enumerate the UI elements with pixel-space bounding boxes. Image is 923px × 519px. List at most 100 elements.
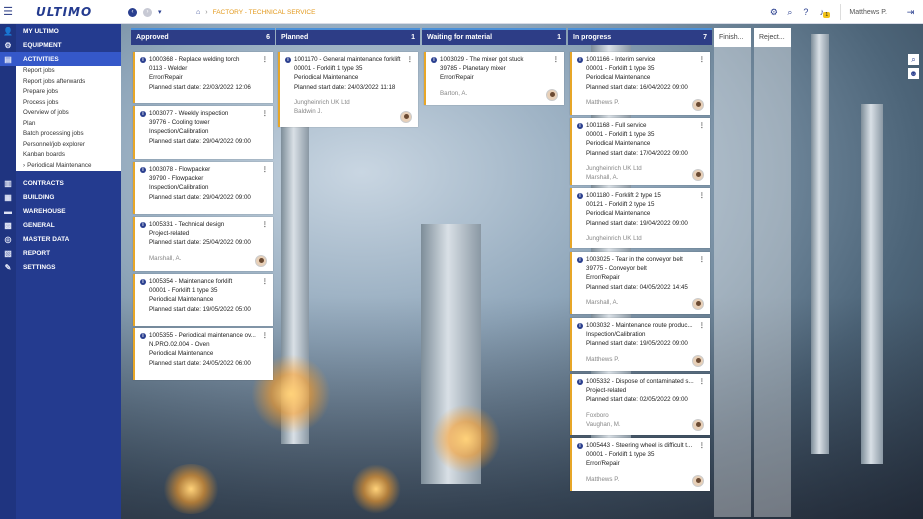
job-card[interactable]: i 1000368 - Replace welding torch ⋮ 0113 - … xyxy=(133,52,273,103)
job-card[interactable]: i 1005354 - Maintenance forklift ⋮ 00001 - … xyxy=(133,274,273,326)
menu-icon[interactable]: ☰ xyxy=(0,0,16,24)
card-menu-icon[interactable]: ⋮ xyxy=(262,277,268,286)
card-menu-icon[interactable]: ⋮ xyxy=(699,55,705,64)
job-card[interactable]: i 1005443 - Steering wheel is difficult t… xyxy=(570,438,710,491)
column-header[interactable]: Approved 6 xyxy=(131,28,275,45)
info-icon[interactable]: i xyxy=(140,167,146,173)
card-menu-icon[interactable]: ⋮ xyxy=(699,255,705,264)
breadcrumb-path[interactable]: FACTORY - TECHNICAL SERVICE xyxy=(213,9,316,16)
info-icon[interactable]: i xyxy=(140,333,146,339)
notifications-bell-icon[interactable]: ♪ 1 xyxy=(815,6,831,19)
info-icon[interactable]: i xyxy=(577,123,583,129)
history-dropdown-icon[interactable]: ▾ xyxy=(158,8,162,16)
job-card[interactable]: i 1001168 - Full service ⋮ 00001 - Forklift… xyxy=(570,118,710,185)
info-icon[interactable]: i xyxy=(577,193,583,199)
card-menu-icon[interactable]: ⋮ xyxy=(699,377,705,386)
help-icon[interactable]: ? xyxy=(799,6,812,19)
app-logo[interactable]: ULTIMO xyxy=(36,5,92,19)
submenu-item[interactable]: Report jobs afterwards xyxy=(16,77,121,88)
card-assignee: Baldwin J. xyxy=(294,108,323,116)
submenu-item[interactable]: Batch processing jobs xyxy=(16,129,121,140)
submenu-item[interactable]: Overview of jobs xyxy=(16,108,121,119)
back-icon[interactable]: ‹ xyxy=(128,7,137,17)
submenu-item[interactable]: Kanban boards xyxy=(16,150,121,161)
info-icon[interactable]: i xyxy=(140,222,146,228)
info-icon[interactable]: i xyxy=(577,379,583,385)
sidebar-item-master-data[interactable]: ◎ MASTER DATA xyxy=(0,232,121,246)
job-card[interactable]: i 1003025 - Tear in the conveyor belt ⋮ 397… xyxy=(570,252,710,314)
info-icon[interactable]: i xyxy=(577,323,583,329)
sidebar-item-activities[interactable]: ▤ ACTIVITIES xyxy=(0,52,121,66)
forward-icon[interactable]: › xyxy=(143,7,152,17)
sidebar-item-general[interactable]: ▩ GENERAL xyxy=(0,218,121,232)
sidebar-item-equipment[interactable]: ⚙ EQUIPMENT xyxy=(0,38,121,52)
sidebar-item-warehouse[interactable]: ▬ WAREHOUSE xyxy=(0,204,121,218)
card-line: 39776 - Cooling tower xyxy=(149,119,210,127)
info-icon[interactable]: i xyxy=(431,57,437,63)
info-icon[interactable]: i xyxy=(140,57,146,63)
job-card[interactable]: i 1003078 - Flowpacker ⋮ 39790 - Flowpacker… xyxy=(133,162,273,214)
board-search-icon[interactable]: ⌕ xyxy=(908,54,919,65)
job-card[interactable]: i 1003077 - Weekly inspection ⋮ 39776 - Coo… xyxy=(133,106,273,159)
home-icon[interactable]: ⌂ xyxy=(196,9,200,16)
info-icon[interactable]: i xyxy=(140,279,146,285)
job-card[interactable]: i 1005331 - Technical design ⋮ Project-rela… xyxy=(133,217,273,271)
card-menu-icon[interactable]: ⋮ xyxy=(699,441,705,450)
info-icon[interactable]: i xyxy=(285,57,291,63)
submenu-item[interactable]: Periodical Maintenance xyxy=(16,161,121,172)
column-count: 7 xyxy=(703,34,707,41)
card-menu-icon[interactable]: ⋮ xyxy=(699,121,705,130)
card-menu-icon[interactable]: ⋮ xyxy=(699,321,705,330)
submenu-item[interactable]: Personnel/job explorer xyxy=(16,140,121,151)
breadcrumb: ⌂ › FACTORY - TECHNICAL SERVICE xyxy=(196,0,315,24)
card-menu-icon[interactable]: ⋮ xyxy=(262,165,268,174)
sidebar-item-my-ultimo[interactable]: 👤 MY ULTIMO xyxy=(0,24,121,38)
job-card[interactable]: i 1001180 - Forklift 2 type 15 ⋮ 00121 - Fo… xyxy=(570,188,710,248)
sidebar-item-building[interactable]: ▦ BUILDING xyxy=(0,190,121,204)
card-menu-icon[interactable]: ⋮ xyxy=(553,55,559,64)
job-card[interactable]: i 1003032 - Maintenance route produc... ⋮ I… xyxy=(570,318,710,371)
column-header[interactable]: Planned 1 xyxy=(276,28,420,45)
card-menu-icon[interactable]: ⋮ xyxy=(407,55,413,64)
column-header[interactable]: Finish... xyxy=(714,28,751,47)
info-icon[interactable]: i xyxy=(140,111,146,117)
notification-badge: 1 xyxy=(823,11,831,18)
job-card[interactable]: i 1001166 - Interim service ⋮ 00001 - Forkl… xyxy=(570,52,710,115)
card-menu-icon[interactable]: ⋮ xyxy=(262,55,268,64)
kanban-column: In progress 7 i 1001166 - Interim service ⋮ 0… xyxy=(568,28,712,491)
board-user-filter-icon[interactable]: ☻ xyxy=(908,68,919,79)
column-header[interactable]: Waiting for material 1 xyxy=(422,28,566,45)
user-name[interactable]: Matthews P. xyxy=(840,4,887,20)
card-title: i 1000368 - Replace welding torch xyxy=(140,55,269,64)
card-title: i 1005331 - Technical design xyxy=(140,220,269,229)
card-title-text: 1005355 - Periodical maintenance ov... xyxy=(149,332,256,339)
submenu-item[interactable]: Plan xyxy=(16,119,121,130)
card-menu-icon[interactable]: ⋮ xyxy=(699,191,705,200)
submenu-item[interactable]: Prepare jobs xyxy=(16,87,121,98)
job-card[interactable]: i 1005355 - Periodical maintenance ov... ⋮… xyxy=(133,328,273,380)
card-line: Planned start date: 19/05/2022 05:00 xyxy=(149,305,251,313)
info-icon[interactable]: i xyxy=(577,257,583,263)
card-title-text: 1005354 - Maintenance forklift xyxy=(149,278,233,285)
card-line: Inspection/Calibration xyxy=(149,128,209,136)
submenu-item[interactable]: Process jobs xyxy=(16,98,121,109)
card-menu-icon[interactable]: ⋮ xyxy=(262,220,268,229)
job-card[interactable]: i 1003029 - The mixer got stuck ⋮ 39785 - P… xyxy=(424,52,564,105)
search-icon[interactable]: ⌕ xyxy=(783,6,796,19)
card-menu-icon[interactable]: ⋮ xyxy=(262,331,268,340)
submenu-item[interactable]: Report jobs xyxy=(16,66,121,77)
column-count: 1 xyxy=(557,34,561,41)
sidebar-item-contracts[interactable]: ▥ CONTRACTS xyxy=(0,176,121,190)
job-card[interactable]: i 1005332 - Dispose of contaminated s... ⋮… xyxy=(570,374,710,435)
info-icon[interactable]: i xyxy=(577,443,583,449)
column-header[interactable]: In progress 7 xyxy=(568,28,712,45)
avatar xyxy=(255,255,267,267)
logout-icon[interactable]: ⇥ xyxy=(904,6,917,19)
card-menu-icon[interactable]: ⋮ xyxy=(262,109,268,118)
job-card[interactable]: i 1001170 - General maintenance forklift ⋮… xyxy=(278,52,418,127)
sidebar-item-settings[interactable]: ✎ SETTINGS xyxy=(0,260,121,274)
sidebar-item-report[interactable]: ▧ REPORT xyxy=(0,246,121,260)
info-icon[interactable]: i xyxy=(577,57,583,63)
column-header[interactable]: Reject... xyxy=(754,28,791,47)
settings-gear-icon[interactable]: ⚙ xyxy=(767,6,780,19)
